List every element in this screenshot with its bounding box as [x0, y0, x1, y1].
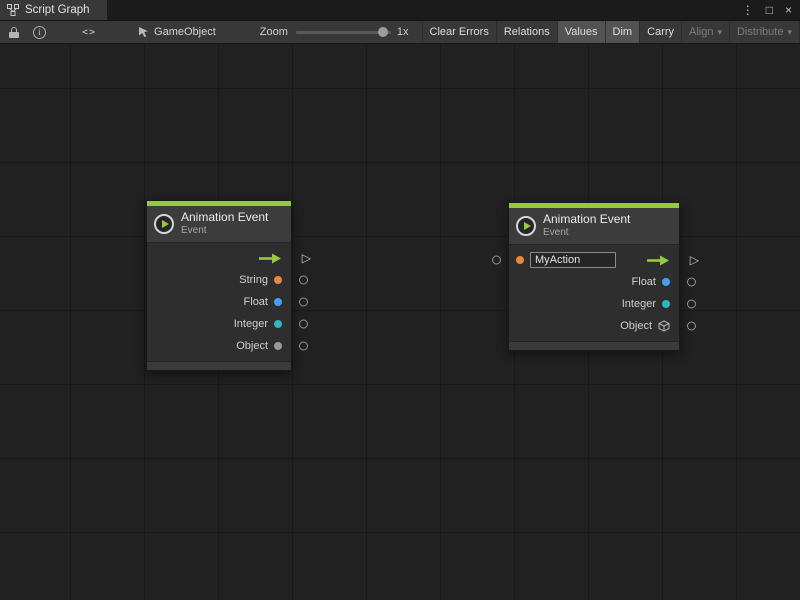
dim-button[interactable]: Dim — [605, 21, 640, 43]
node-body: ▷ Float Integer Object — [509, 245, 679, 341]
port-label-integer: Integer — [234, 318, 268, 330]
port-label-object: Object — [236, 340, 268, 352]
zoom-value: 1x — [397, 26, 409, 38]
node-title: Animation Event — [543, 212, 630, 226]
node-animation-event-2[interactable]: Animation Event Event ▷ Float — [508, 202, 680, 351]
integer-type-dot — [274, 320, 282, 328]
event-play-icon — [154, 214, 174, 234]
action-name-field[interactable] — [530, 252, 616, 268]
maximize-icon[interactable]: □ — [766, 4, 773, 16]
tab-script-graph[interactable]: Script Graph — [0, 0, 107, 20]
node-title-block: Animation Event Event — [181, 210, 268, 237]
kebab-menu-icon[interactable]: ⋮ — [742, 4, 754, 16]
node-animation-event-1[interactable]: Animation Event Event ▷ String Float — [146, 200, 292, 371]
port-label-float: Float — [244, 296, 268, 308]
flow-output-port[interactable]: ▷ — [690, 254, 699, 266]
port-label-string: String — [239, 274, 268, 286]
align-button: Align ▾ — [681, 21, 729, 43]
gameobject-label: GameObject — [154, 26, 216, 38]
flow-arrow-icon — [646, 255, 670, 266]
output-row-integer: Integer — [509, 293, 679, 315]
play-triangle — [524, 222, 531, 230]
port-label-object: Object — [620, 320, 652, 332]
lock-body — [9, 32, 19, 38]
string-type-dot — [274, 276, 282, 284]
carry-button[interactable]: Carry — [639, 21, 681, 43]
name-input-row: ▷ — [509, 249, 679, 271]
object-cube-icon — [658, 320, 670, 332]
flow-output-port[interactable]: ▷ — [302, 252, 311, 264]
graph-toolbar: <> GameObject Zoom 1x Clear Errors Relat… — [0, 21, 800, 44]
output-row-object: Object — [147, 335, 291, 357]
node-header: Animation Event Event — [509, 208, 679, 245]
flow-output-row: ▷ — [147, 247, 291, 269]
close-icon[interactable]: × — [785, 4, 792, 16]
lock-icon[interactable] — [9, 27, 19, 38]
float-output-port[interactable] — [687, 278, 696, 287]
zoom-slider[interactable] — [296, 25, 391, 39]
output-row-integer: Integer — [147, 313, 291, 335]
object-output-port[interactable] — [687, 322, 696, 331]
integer-type-dot — [662, 300, 670, 308]
gameobject-selector[interactable]: GameObject — [138, 26, 216, 38]
chevron-down-icon: ▾ — [787, 27, 792, 38]
distribute-button: Distribute ▾ — [729, 21, 799, 43]
output-row-float: Float — [509, 271, 679, 293]
code-icon[interactable]: <> — [82, 27, 96, 38]
relations-button[interactable]: Relations — [496, 21, 557, 43]
zoom-label: Zoom — [260, 26, 288, 38]
zoom-slider-track[interactable] — [296, 31, 391, 34]
node-subtitle: Event — [543, 227, 630, 239]
flow-arrow-icon — [258, 253, 282, 264]
integer-output-port[interactable] — [299, 320, 308, 329]
node-title: Animation Event — [181, 210, 268, 224]
port-label-float: Float — [632, 276, 656, 288]
gameobject-icon — [138, 26, 149, 38]
node-header: Animation Event Event — [147, 206, 291, 243]
float-type-dot — [662, 278, 670, 286]
chevron-down-icon: ▾ — [717, 27, 722, 38]
event-play-icon — [516, 216, 536, 236]
clear-errors-button[interactable]: Clear Errors — [422, 21, 496, 43]
node-footer — [147, 361, 291, 370]
values-button[interactable]: Values — [557, 21, 605, 43]
name-input-port[interactable] — [492, 256, 501, 265]
window-titlebar: Script Graph ⋮ □ × — [0, 0, 800, 21]
play-triangle — [162, 220, 169, 228]
tab-label: Script Graph — [25, 4, 90, 16]
node-title-block: Animation Event Event — [543, 212, 630, 239]
node-footer — [509, 341, 679, 350]
graph-canvas[interactable]: Animation Event Event ▷ String Float — [0, 44, 800, 600]
output-row-float: Float — [147, 291, 291, 313]
object-type-dot — [274, 342, 282, 350]
window-controls: ⋮ □ × — [742, 0, 800, 20]
integer-output-port[interactable] — [687, 300, 696, 309]
info-icon[interactable] — [33, 26, 46, 39]
string-output-port[interactable] — [299, 276, 308, 285]
object-output-port[interactable] — [299, 342, 308, 351]
node-body: ▷ String Float Integer Object — [147, 243, 291, 361]
port-label-integer: Integer — [622, 298, 656, 310]
output-row-object: Object — [509, 315, 679, 337]
distribute-button-label: Distribute — [737, 26, 783, 38]
script-graph-icon — [7, 4, 19, 16]
string-type-dot — [516, 256, 524, 264]
align-button-label: Align — [689, 26, 713, 38]
node-subtitle: Event — [181, 225, 268, 237]
output-row-string: String — [147, 269, 291, 291]
zoom-slider-handle[interactable] — [378, 27, 388, 37]
float-output-port[interactable] — [299, 298, 308, 307]
float-type-dot — [274, 298, 282, 306]
